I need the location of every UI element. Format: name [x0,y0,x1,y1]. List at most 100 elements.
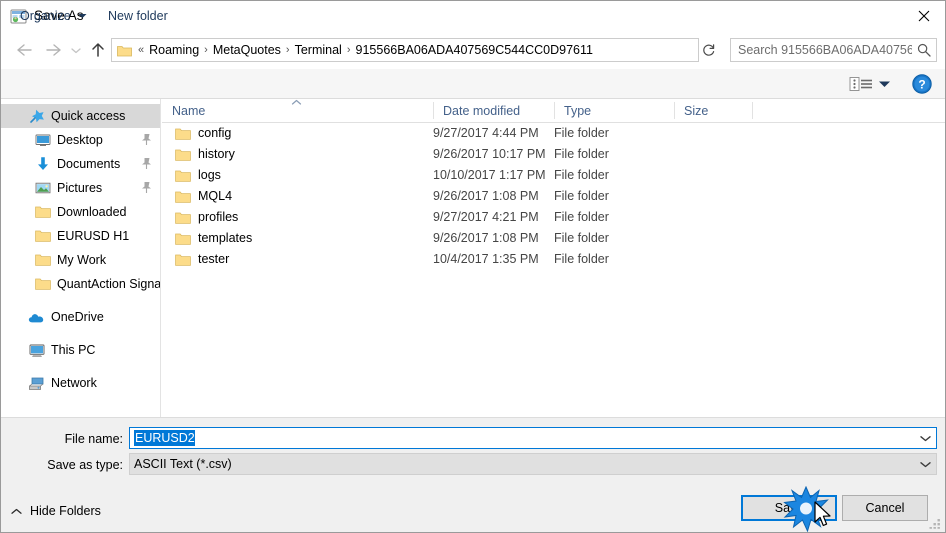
pin-icon[interactable] [141,133,152,149]
help-question-icon: ? [912,74,932,94]
breadcrumb-terminal-id[interactable]: 915566BA06ADA407569C544CC0D97611 [353,39,596,61]
sidebar-item-quick-access[interactable]: Quick access [1,104,160,128]
caret-down-icon [879,81,890,87]
breadcrumb-metaquotes[interactable]: MetaQuotes [210,39,284,61]
sidebar-item-onedrive[interactable]: OneDrive [1,305,160,329]
sidebar-item-this-pc[interactable]: This PC [1,338,160,362]
folder-icon [174,188,191,205]
file-name-text: templates [198,231,253,245]
save-as-type-value: ASCII Text (*.csv) [134,457,232,471]
file-type-cell: File folder [554,231,609,245]
svg-text:?: ? [918,78,925,92]
file-type-cell: File folder [554,147,609,161]
cancel-button[interactable]: Cancel [842,495,928,521]
save-button[interactable]: Save [741,495,837,521]
network-icon [28,375,45,392]
back-button[interactable] [11,37,37,63]
sidebar-item-documents[interactable]: Documents [1,152,160,176]
column-header-type[interactable]: Type [554,99,674,122]
arrow-up-icon [92,43,104,57]
file-date-cell: 9/26/2017 1:08 PM [433,231,539,245]
sidebar-item-downloaded[interactable]: Downloaded [1,200,160,224]
pictures-icon [34,180,51,197]
sidebar-item-quantaction-signal[interactable]: QuantAction Signal [1,272,160,296]
recent-locations-button[interactable] [67,37,85,63]
column-header-name[interactable]: Name [162,99,433,122]
table-row[interactable]: config 9/27/2017 4:44 PM File folder [162,123,945,144]
sidebar-item-eurusd-h1[interactable]: EURUSD H1 [1,224,160,248]
folder-icon [34,276,51,293]
help-button[interactable]: ? [911,73,933,95]
resize-grip-icon[interactable] [929,516,942,529]
chevron-down-icon [919,435,931,441]
file-name-cell: history [162,144,235,165]
new-folder-button[interactable]: New folder [101,5,175,27]
table-row[interactable]: history 9/26/2017 10:17 PM File folder [162,144,945,165]
folder-icon [174,230,191,247]
pin-icon[interactable] [141,157,152,173]
sidebar-item-pictures[interactable]: Pictures [1,176,160,200]
breadcrumb-separator[interactable]: › [345,39,353,61]
sidebar-item-label: QuantAction Signal [57,277,161,291]
hide-folders-button[interactable]: Hide Folders [11,501,101,521]
file-name-text: config [198,126,232,140]
file-date-cell: 10/10/2017 1:17 PM [433,168,546,182]
close-icon [918,10,930,22]
folder-icon [174,167,191,184]
column-header-size[interactable]: Size [674,99,752,122]
save-as-type-dropdown-button[interactable] [914,454,936,474]
file-date-cell: 10/4/2017 1:35 PM [433,252,539,266]
pin-icon[interactable] [141,181,152,197]
this-pc-icon [28,342,45,359]
table-row[interactable]: MQL4 9/26/2017 1:08 PM File folder [162,186,945,207]
sidebar-item-label: OneDrive [51,310,104,324]
file-name-input[interactable]: EURUSD2 [129,427,937,449]
forward-button[interactable] [41,37,67,63]
sidebar-item-desktop[interactable]: Desktop [1,128,160,152]
breadcrumb-separator[interactable]: › [202,39,210,61]
file-name-cell: tester [162,249,229,270]
file-name-selected-text[interactable]: EURUSD2 [134,430,195,446]
file-date-cell: 9/26/2017 10:17 PM [433,147,546,161]
documents-icon [34,156,51,173]
up-one-level-button[interactable] [85,37,111,63]
file-date-cell: 9/26/2017 1:08 PM [433,189,539,203]
table-row[interactable]: templates 9/26/2017 1:08 PM File folder [162,228,945,249]
arrow-left-icon [17,44,32,56]
breadcrumb-roaming[interactable]: Roaming [146,39,202,61]
address-bar[interactable]: « Roaming › MetaQuotes › Terminal › 9155… [111,38,718,62]
search-input[interactable]: Search 915566BA06ADA40756... [731,43,912,57]
organize-button[interactable]: Organize [13,5,94,27]
refresh-icon [702,44,714,56]
chevron-up-icon [11,508,22,515]
breadcrumb-terminal[interactable]: Terminal [292,39,345,61]
file-name-text: profiles [198,210,239,224]
view-mode-button[interactable] [847,73,895,95]
column-divider[interactable] [752,102,753,119]
sidebar-item-my-work[interactable]: My Work [1,248,160,272]
table-row[interactable]: profiles 9/27/2017 4:21 PM File folder [162,207,945,228]
folder-icon [174,209,191,226]
breadcrumb-separator[interactable]: › [284,39,292,61]
search-icon[interactable] [912,39,936,61]
file-date-cell: 9/27/2017 4:44 PM [433,126,539,140]
file-name-dropdown-button[interactable] [914,428,936,448]
table-row[interactable]: logs 10/10/2017 1:17 PM File folder [162,165,945,186]
star-pin-icon [28,108,45,125]
file-name-label: File name: [64,432,123,446]
search-box[interactable]: Search 915566BA06ADA40756... [730,38,937,62]
column-header-date-modified[interactable]: Date modified [433,99,554,122]
table-row[interactable]: tester 10/4/2017 1:35 PM File folder [162,249,945,270]
organize-label: Organize [20,9,71,23]
save-as-type-select[interactable]: ASCII Text (*.csv) [129,453,937,475]
sidebar-item-label: Downloaded [57,205,127,219]
save-button-label: Save [774,501,804,515]
sidebar-item-label: Network [51,376,97,390]
close-button[interactable] [901,1,945,31]
sidebar-item-label: My Work [57,253,107,267]
sidebar-item-network[interactable]: Network [1,371,160,395]
file-name-value[interactable]: EURUSD2 [130,430,914,446]
refresh-button[interactable] [698,38,718,62]
